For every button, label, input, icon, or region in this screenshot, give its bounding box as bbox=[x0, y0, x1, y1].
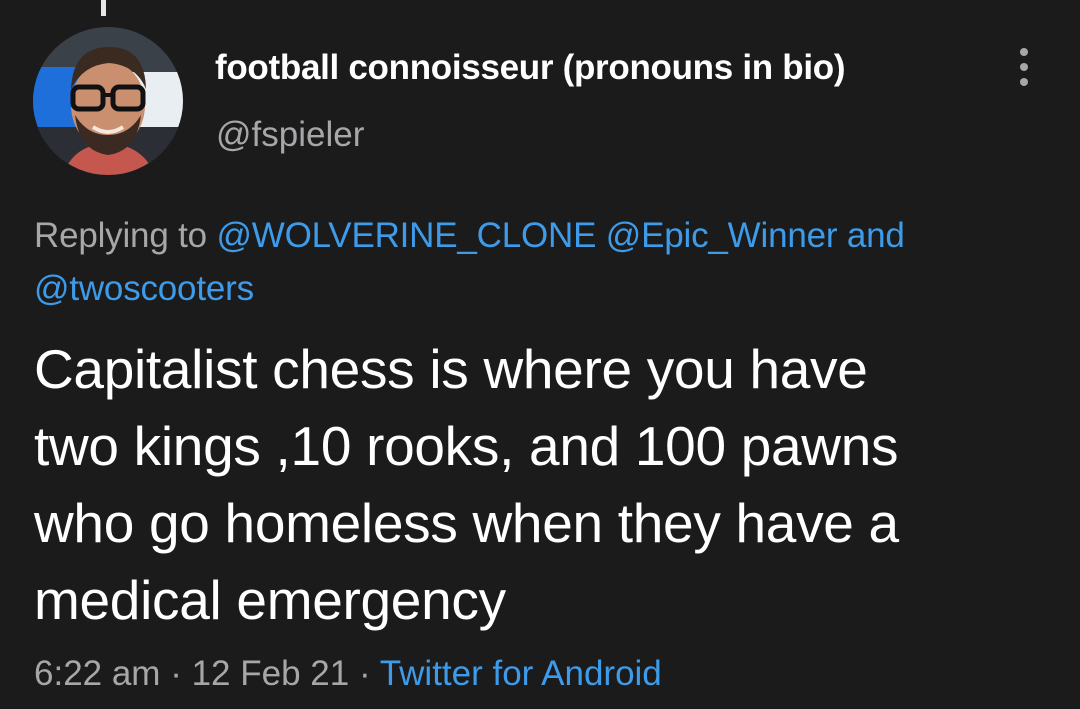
more-options-button[interactable] bbox=[1004, 48, 1044, 88]
reply-others-link[interactable]: and bbox=[847, 216, 905, 255]
author-handle[interactable]: @fspieler bbox=[216, 115, 364, 155]
meta-separator: · bbox=[170, 654, 182, 693]
author-avatar[interactable] bbox=[33, 27, 183, 175]
tweet-time: 6:22 am bbox=[34, 654, 161, 693]
meta-separator: · bbox=[358, 654, 371, 693]
more-vertical-icon-dot bbox=[1020, 78, 1028, 86]
tweet-body-text: Capitalist chess is where you have two k… bbox=[34, 338, 899, 631]
mention-link[interactable]: @twoscooters bbox=[34, 269, 254, 308]
tweet-source-link[interactable]: Twitter for Android bbox=[380, 654, 662, 693]
tweet-date: 12 Feb 21 bbox=[191, 654, 350, 693]
more-vertical-icon bbox=[1020, 48, 1028, 56]
tweet-metadata: 6:22 am · 12 Feb 21 · Twitter for Androi… bbox=[34, 654, 662, 694]
mention-link[interactable]: @Epic_Winner bbox=[606, 216, 838, 255]
profile-photo bbox=[33, 27, 183, 175]
more-vertical-icon-dot bbox=[1020, 63, 1028, 71]
mention-link[interactable]: @WOLVERINE_CLONE bbox=[216, 216, 596, 255]
author-display-name[interactable]: football connoisseur (pronouns in bio) bbox=[215, 48, 846, 88]
reply-prefix: Replying to bbox=[34, 216, 207, 255]
reply-context: Replying to @WOLVERINE_CLONE @Epic_Winne… bbox=[34, 209, 1044, 315]
thread-connector-line bbox=[101, 0, 106, 16]
